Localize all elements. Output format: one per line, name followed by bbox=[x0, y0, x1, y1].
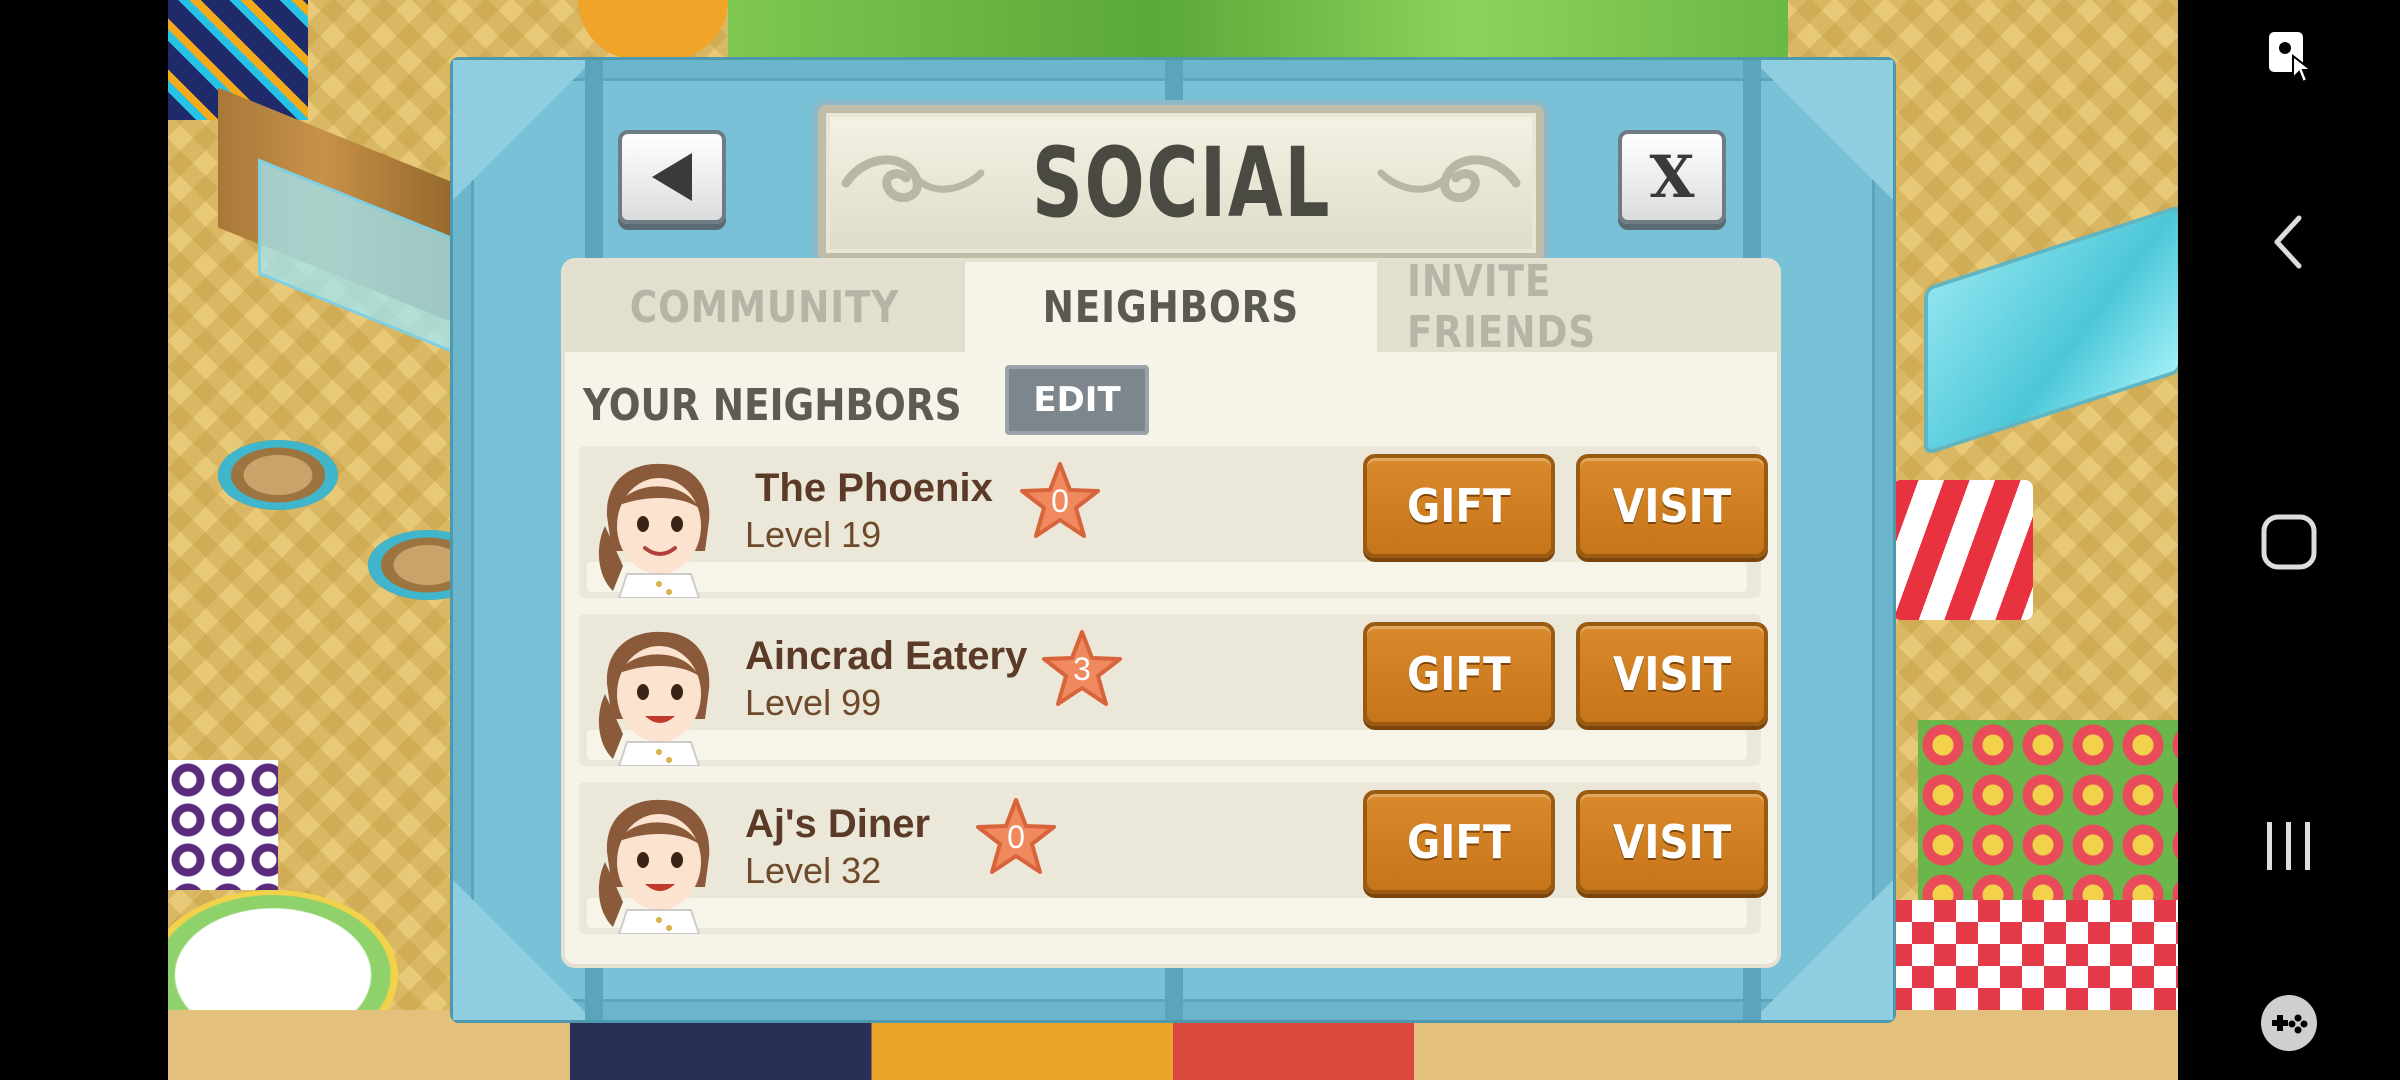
neighbor-level: Level 19 bbox=[745, 514, 882, 555]
home-square-icon[interactable] bbox=[2178, 512, 2400, 572]
star-badge: 0 bbox=[975, 796, 1057, 878]
social-panel: COMMUNITY NEIGHBORS INVITE FRIENDS YOUR … bbox=[565, 256, 1777, 964]
neighbor-row: The Phoenix Level 19 0 GIFT VISIT bbox=[579, 446, 1768, 598]
star-badge: 3 bbox=[1041, 628, 1123, 710]
gift-button[interactable]: GIFT bbox=[1363, 790, 1555, 894]
tab-invite-friends[interactable]: INVITE FRIENDS bbox=[1377, 256, 1777, 358]
teal-table bbox=[1928, 209, 2178, 451]
edit-button[interactable]: EDIT bbox=[1005, 365, 1149, 435]
gift-label: GIFT bbox=[1407, 815, 1511, 869]
gift-button[interactable]: GIFT bbox=[1363, 454, 1555, 558]
visit-button[interactable]: VISIT bbox=[1576, 454, 1768, 558]
dialog-title: SOCIAL bbox=[1031, 127, 1331, 239]
neighbor-name: Aincrad Eatery bbox=[745, 634, 1028, 678]
gift-button[interactable]: GIFT bbox=[1363, 622, 1555, 726]
gift-label: GIFT bbox=[1407, 479, 1511, 533]
tab-bar: COMMUNITY NEIGHBORS INVITE FRIENDS bbox=[565, 256, 1777, 358]
star-count: 3 bbox=[1073, 650, 1091, 687]
stool bbox=[218, 440, 338, 510]
close-icon: X bbox=[1649, 143, 1695, 211]
star-count: 0 bbox=[1051, 482, 1069, 519]
striped-awning bbox=[1893, 480, 2033, 620]
flower-bed bbox=[1918, 720, 2178, 900]
back-chevron-icon[interactable] bbox=[2178, 212, 2400, 272]
back-button[interactable] bbox=[618, 130, 726, 224]
purple-rug bbox=[168, 760, 278, 890]
chef-avatar bbox=[598, 631, 710, 766]
star-count: 0 bbox=[1007, 818, 1025, 855]
tab-label: INVITE FRIENDS bbox=[1407, 256, 1597, 358]
star-badge: 0 bbox=[1019, 460, 1101, 542]
neighbor-row: Aj's Diner Level 32 0 GIFT VISIT bbox=[579, 782, 1768, 934]
tab-neighbors[interactable]: NEIGHBORS bbox=[971, 262, 1377, 352]
your-neighbors-heading: YOUR NEIGHBORS bbox=[583, 380, 962, 431]
gift-label: GIFT bbox=[1407, 647, 1511, 701]
neighbor-list: The Phoenix Level 19 0 GIFT VISIT Aincra… bbox=[579, 446, 1768, 950]
chef-avatar bbox=[598, 799, 710, 934]
neighbor-name: The Phoenix bbox=[755, 466, 993, 510]
social-dialog: SOCIAL X COMMUNITY NEIGHBORS INVITE FRIE… bbox=[453, 60, 1893, 1020]
visit-button[interactable]: VISIT bbox=[1576, 790, 1768, 894]
accessibility-icon[interactable] bbox=[2178, 28, 2400, 88]
visit-label: VISIT bbox=[1612, 815, 1732, 869]
visit-label: VISIT bbox=[1612, 479, 1732, 533]
back-arrow-icon bbox=[652, 153, 692, 201]
close-button[interactable]: X bbox=[1618, 130, 1726, 224]
visit-label: VISIT bbox=[1612, 647, 1732, 701]
chef-avatar bbox=[598, 463, 710, 598]
system-nav-bar bbox=[2178, 0, 2400, 1080]
neighbor-name: Aj's Diner bbox=[745, 802, 931, 846]
swirl-ornament-icon bbox=[841, 155, 985, 202]
title-plaque: SOCIAL bbox=[818, 105, 1544, 261]
visit-button[interactable]: VISIT bbox=[1576, 622, 1768, 726]
neighbor-level: Level 99 bbox=[745, 682, 882, 723]
game-controller-icon[interactable] bbox=[2178, 992, 2400, 1054]
recents-icon[interactable] bbox=[2178, 818, 2400, 874]
orange-decor bbox=[578, 0, 728, 60]
tab-label: NEIGHBORS bbox=[1042, 281, 1300, 333]
tab-label: COMMUNITY bbox=[630, 281, 900, 333]
tab-community[interactable]: COMMUNITY bbox=[565, 262, 971, 352]
swirl-ornament-icon bbox=[1377, 155, 1521, 202]
neighbor-row: Aincrad Eatery Level 99 3 GIFT VISIT bbox=[579, 614, 1768, 766]
neighbor-level: Level 32 bbox=[745, 850, 882, 891]
floor-strip bbox=[168, 1010, 2178, 1080]
